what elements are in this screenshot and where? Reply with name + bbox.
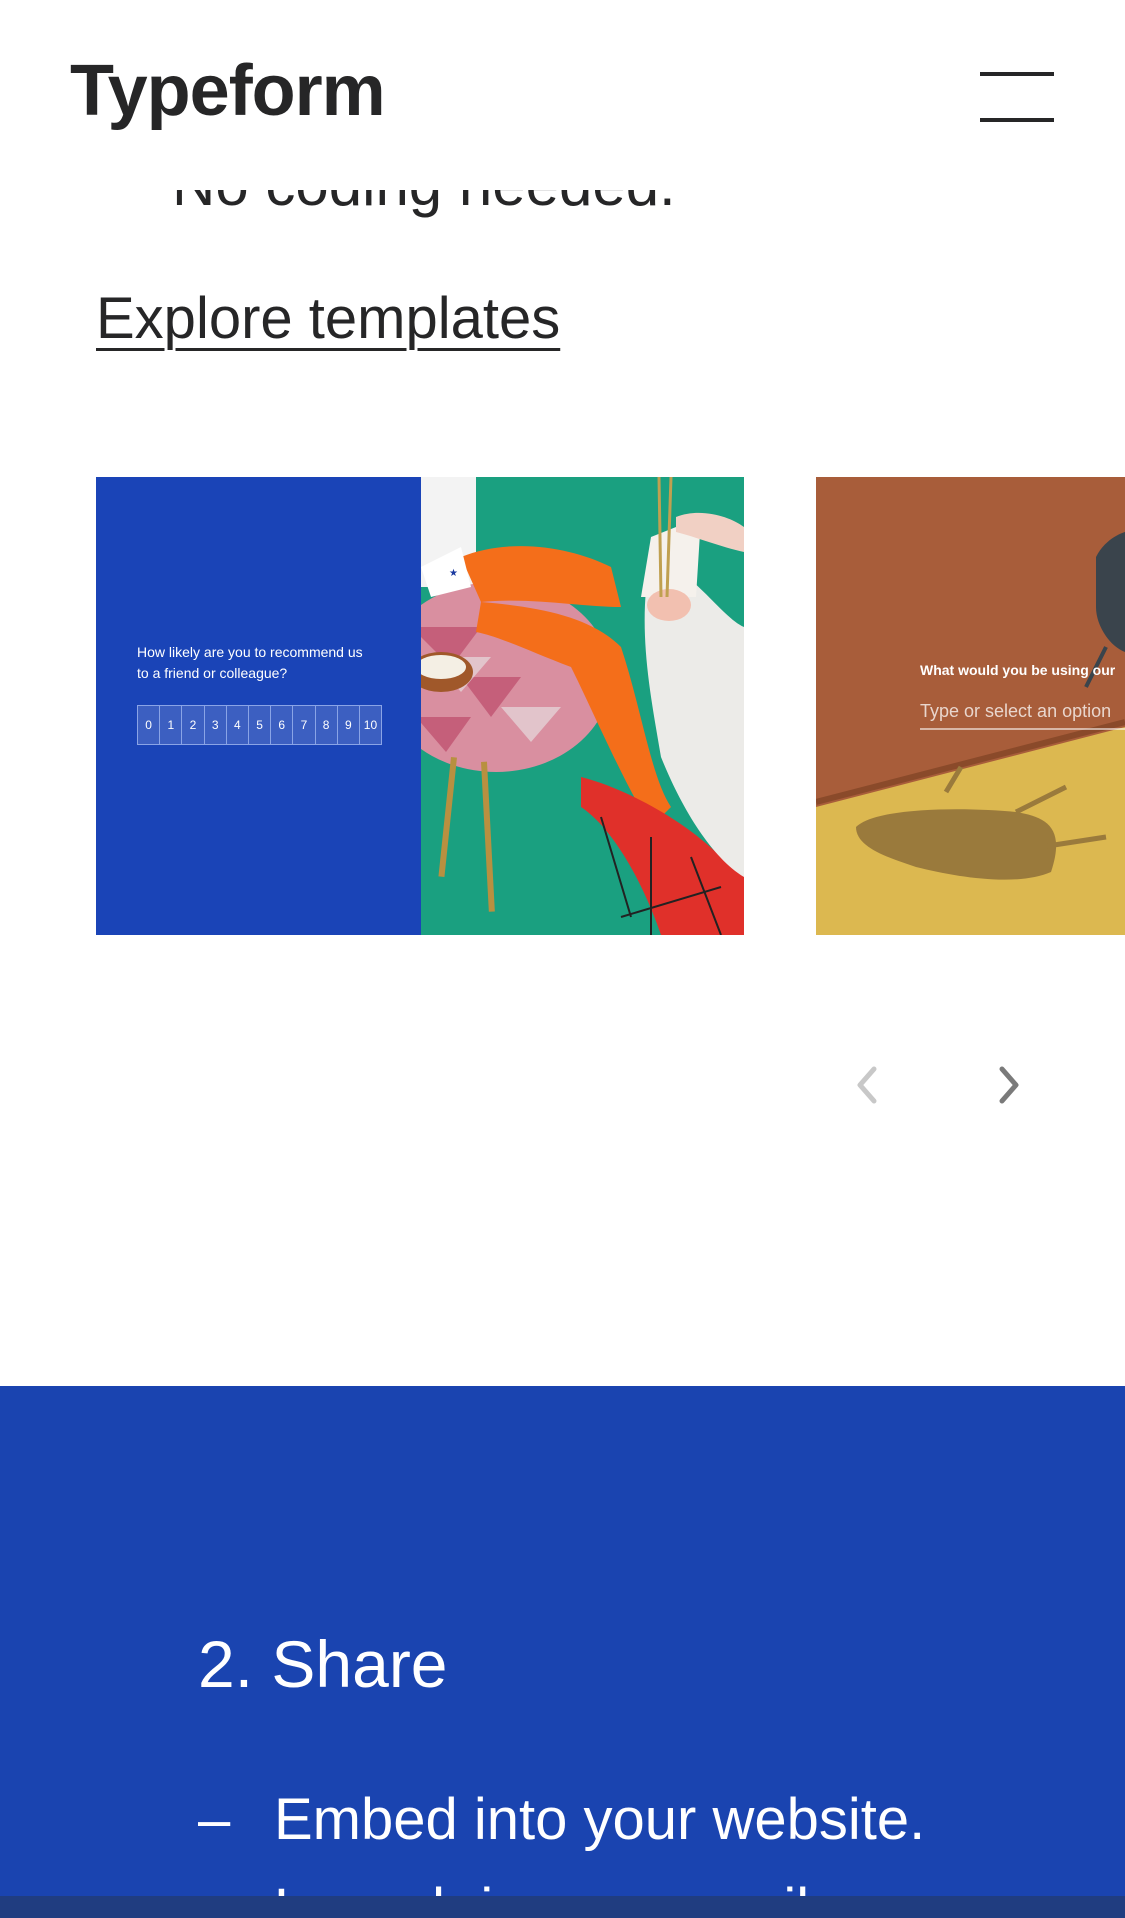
scale-option[interactable]: 10 — [360, 706, 381, 744]
scale-option[interactable]: 5 — [249, 706, 272, 744]
card-photo: ★ — [421, 477, 744, 935]
section-title: 2. Share — [198, 1627, 448, 1701]
typeform-logo[interactable]: Typeform — [70, 50, 386, 132]
scale-option[interactable]: 8 — [316, 706, 338, 744]
card-question: How likely are you to recommend us to a … — [137, 644, 363, 681]
template-card-nps[interactable]: How likely are you to recommend us to a … — [96, 477, 744, 935]
explore-templates-link[interactable]: Explore templates — [96, 285, 560, 352]
scale-option[interactable]: 6 — [271, 706, 294, 744]
bottom-bar — [0, 1896, 1125, 1918]
scale-option[interactable]: 4 — [227, 706, 249, 744]
carousel-next-button[interactable] — [978, 1055, 1038, 1115]
carousel-prev-button[interactable] — [838, 1055, 898, 1115]
hamburger-menu-icon[interactable] — [980, 70, 1054, 124]
scale-option[interactable]: 3 — [205, 706, 227, 744]
chevron-left-icon — [857, 1066, 877, 1104]
svg-text:★: ★ — [449, 568, 458, 579]
card-answer-input[interactable]: Type or select an option — [920, 701, 1125, 730]
scale-option[interactable]: 1 — [160, 706, 183, 744]
scale-option[interactable]: 2 — [182, 706, 205, 744]
scale-option[interactable]: 7 — [293, 706, 316, 744]
card-question: What would you be using our — [920, 662, 1116, 678]
list-bullet: – — [198, 1787, 231, 1852]
scale-option[interactable]: 9 — [338, 706, 360, 744]
scale-option[interactable]: 0 — [138, 706, 161, 744]
card-form-panel: How likely are you to recommend us to a … — [96, 477, 421, 935]
list-item: Embed into your website. — [274, 1787, 926, 1852]
share-section: 2. Share – Embed into your website. Laun… — [0, 1386, 1125, 1918]
opinion-scale[interactable]: 0 1 2 3 4 5 6 7 8 9 10 — [137, 705, 382, 745]
site-header: Typeform — [0, 0, 1125, 190]
template-card-survey[interactable]: What would you be using our Type or sele… — [816, 477, 1125, 935]
chevron-right-icon — [999, 1066, 1019, 1104]
